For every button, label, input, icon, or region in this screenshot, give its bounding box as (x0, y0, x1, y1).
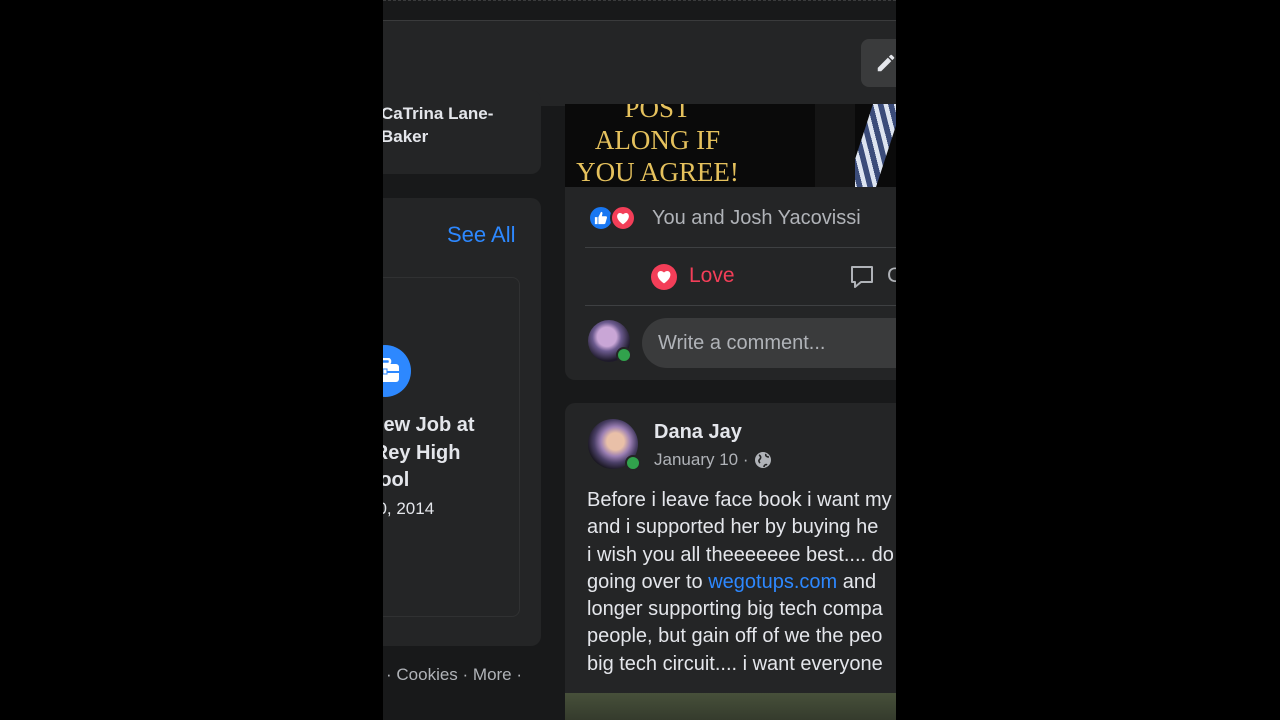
edit-button[interactable] (861, 39, 896, 87)
life-event-title: New Job at o Rey High chool (383, 414, 475, 491)
reactions-text[interactable]: You and Josh Yacovissi (652, 207, 861, 230)
life-event-date: 30, 2014 (383, 499, 435, 518)
top-dashed-border (383, 0, 896, 1)
text-line: big tech circuit.... i want everyone (587, 652, 883, 675)
browser-viewport: CaTrina Lane- Baker See All New Job at o… (383, 0, 896, 720)
briefcase-icon (383, 345, 411, 397)
comment-button[interactable]: C (849, 262, 896, 294)
text-line: and i supported her by buying he (587, 516, 879, 539)
post-image[interactable] (565, 693, 896, 720)
post-author[interactable]: Dana Jay (654, 421, 742, 444)
comment-placeholder: Write a comment... (658, 332, 826, 354)
post-link[interactable]: wegotups.com (708, 571, 837, 593)
reaction-icons[interactable] (588, 205, 638, 231)
post-date[interactable]: January 10 · (654, 450, 749, 470)
footer-links[interactable]: · Cookies · More · (386, 665, 522, 685)
friends-card: CaTrina Lane- Baker (383, 90, 541, 174)
heart-icon (651, 264, 677, 290)
love-button[interactable]: Love (651, 262, 771, 294)
friend-name[interactable]: CaTrina Lane- Baker (383, 102, 493, 148)
text-line: Before i leave face book i want my (587, 489, 892, 511)
suit-graphic (815, 104, 855, 187)
love-reaction-icon (610, 205, 636, 231)
post-image[interactable]: POST ALONG IF YOU AGREE! (565, 104, 896, 187)
comment-icon (851, 266, 873, 288)
online-dot-icon (625, 455, 641, 471)
text-line: i wish you all theeeeeee best.... do (587, 543, 894, 566)
post-text: Before i leave face book i want my and i… (587, 487, 894, 678)
image-caption: POST ALONG IF YOU AGREE! (576, 104, 739, 187)
date-text: January 10 (654, 450, 739, 469)
life-events-card: See All New Job at o Rey High chool 30, … (383, 198, 541, 646)
comment-input[interactable]: Write a comment... (642, 318, 896, 368)
globe-icon (755, 452, 771, 468)
post-card: Dana Jay January 10 · Before i leave fac… (565, 403, 896, 720)
life-event-tile[interactable]: New Job at o Rey High chool 30, 2014 (383, 277, 520, 617)
avatar[interactable] (588, 419, 641, 471)
love-label: Love (689, 264, 735, 287)
online-dot-icon (616, 347, 632, 363)
separator: · (742, 450, 749, 469)
divider (585, 305, 896, 306)
text-line: longer supporting big tech compa (587, 598, 883, 621)
text-line: people, but gain off of we the peo (587, 625, 883, 648)
pencil-icon (877, 54, 895, 72)
avatar[interactable] (588, 320, 632, 363)
divider (585, 247, 896, 248)
see-all-link[interactable]: See All (447, 222, 516, 248)
text-line: going over to wegotups.com and (587, 570, 877, 593)
comment-label: C (887, 264, 896, 287)
post-card: POST ALONG IF YOU AGREE! You and Josh Ya… (565, 104, 896, 380)
